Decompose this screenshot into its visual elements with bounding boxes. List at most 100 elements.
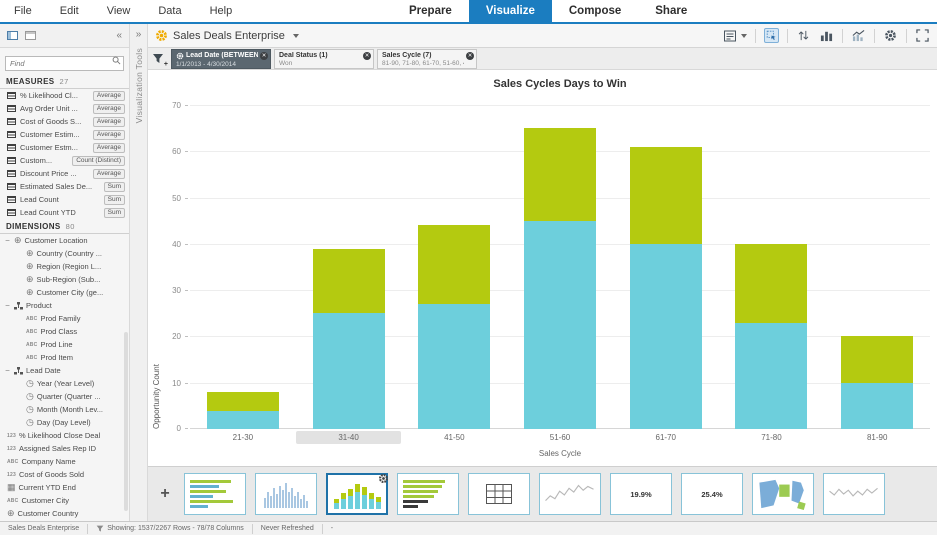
window-layout-icon[interactable] [25, 31, 36, 40]
thumbnail-settings-gear-icon[interactable] [378, 471, 389, 482]
aggregation-badge[interactable]: Average [93, 104, 125, 114]
menu-file[interactable]: File [0, 0, 46, 22]
tab-prepare[interactable]: Prepare [392, 0, 469, 22]
viz-thumbnail-line-chart[interactable] [823, 473, 885, 515]
measures-header[interactable]: MEASURES 27 [0, 74, 129, 89]
chart-canvas[interactable]: Sales Cycles Days to Win Opportunity Cou… [148, 70, 937, 466]
aggregation-badge[interactable]: Average [93, 91, 125, 101]
measure-row[interactable]: Discount Price ...Average [0, 167, 129, 180]
panel-layout-icon[interactable] [7, 31, 18, 40]
aggregation-badge[interactable]: Average [93, 169, 125, 179]
menu-data[interactable]: Data [144, 0, 195, 22]
viz-thumbnail-column-chart[interactable] [255, 473, 317, 515]
dimension-row[interactable]: −⊕Customer Location [0, 234, 129, 247]
display-options-caret-icon[interactable] [741, 34, 747, 38]
dimension-row[interactable]: ABCCompany Name [0, 455, 129, 468]
measure-row[interactable]: Customer Estm...Average [0, 141, 129, 154]
viz-thumbnail-numeric-point[interactable]: 19.9% [610, 473, 672, 515]
dimension-row[interactable]: 123Assigned Sales Rep ID [0, 442, 129, 455]
collapse-expander-icon[interactable]: − [4, 301, 11, 310]
bar-segment-green[interactable] [630, 147, 702, 244]
tab-compose[interactable]: Compose [552, 0, 638, 22]
remove-filter-icon[interactable]: ✕ [466, 52, 474, 60]
stacked-bar-21-30[interactable] [207, 392, 279, 429]
aggregation-badge[interactable]: Count (Distinct) [72, 156, 125, 166]
x-category-label[interactable]: 31-40 [296, 431, 402, 444]
remove-filter-icon[interactable]: ✕ [260, 52, 268, 60]
menu-view[interactable]: View [93, 0, 145, 22]
tab-visualize[interactable]: Visualize [469, 0, 552, 22]
aggregation-badge[interactable]: Average [93, 117, 125, 127]
dimension-row[interactable]: ▦Current YTD End [0, 481, 129, 494]
aggregation-badge[interactable]: Sum [104, 208, 125, 218]
measure-row[interactable]: Customer Estim...Average [0, 128, 129, 141]
dimensions-header[interactable]: DIMENSIONS 80 [0, 219, 129, 234]
maximize-icon[interactable] [915, 28, 930, 43]
tab-share[interactable]: Share [638, 0, 704, 22]
dataset-title[interactable]: Sales Deals Enterprise [173, 30, 285, 42]
bar-segment-blue[interactable] [418, 304, 490, 429]
aggregation-badge[interactable]: Average [93, 130, 125, 140]
visualization-tools-label[interactable]: Visualization Tools [134, 48, 144, 123]
bar-segment-green[interactable] [313, 249, 385, 314]
stacked-bar-41-50[interactable] [418, 225, 490, 429]
dimension-row[interactable]: ◷Day (Day Level) [0, 416, 129, 429]
aggregation-badge[interactable]: Sum [104, 195, 125, 205]
dimension-row[interactable]: ⊕Customer City (ge... [0, 286, 129, 299]
filter-token[interactable]: Sales Cycle (7)81-90, 71-80, 61-70, 51-6… [377, 49, 477, 69]
viz-thumbnail-line-chart[interactable] [539, 473, 601, 515]
bar-segment-green[interactable] [524, 128, 596, 221]
dimension-row[interactable]: ABCProd Class [0, 325, 129, 338]
viz-thumbnail-geo-map[interactable] [752, 473, 814, 515]
measure-row[interactable]: Cost of Goods S...Average [0, 115, 129, 128]
x-category-label[interactable]: 21-30 [190, 431, 296, 444]
dimension-row[interactable]: 123% Likelihood Close Deal [0, 429, 129, 442]
stacked-bar-81-90[interactable] [841, 336, 913, 429]
measure-row[interactable]: Avg Order Unit ...Average [0, 102, 129, 115]
stacked-bar-61-70[interactable] [630, 147, 702, 429]
remove-filter-icon[interactable]: ✕ [363, 52, 371, 60]
filter-token[interactable]: Deal Status (1)Won✕ [274, 49, 374, 69]
dimension-row[interactable]: ABCProd Item [0, 351, 129, 364]
measure-row[interactable]: % Likelihood Cl...Average [0, 89, 129, 102]
dimension-row[interactable]: ◷Quarter (Quarter ... [0, 390, 129, 403]
filter-token[interactable]: Lead Date (BETWEEN)1/1/2013 - 4/30/2014✕ [171, 49, 271, 69]
measure-row[interactable]: Custom...Count (Distinct) [0, 154, 129, 167]
measure-row[interactable]: Estimated Sales De...Sum [0, 180, 129, 193]
trend-icon[interactable] [851, 28, 866, 43]
find-input[interactable] [5, 56, 124, 71]
bar-segment-blue[interactable] [735, 323, 807, 429]
bar-segment-green[interactable] [418, 225, 490, 304]
stacked-bar-71-80[interactable] [735, 244, 807, 429]
status-extra[interactable]: - [323, 524, 341, 534]
dimension-row[interactable]: ⊕Country (Country ... [0, 247, 129, 260]
aggregation-badge[interactable]: Sum [104, 182, 125, 192]
collapse-left-icon[interactable]: « [116, 31, 122, 41]
bar-segment-blue[interactable] [630, 244, 702, 429]
select-cursor-icon[interactable] [764, 28, 779, 43]
bar-segment-green[interactable] [735, 244, 807, 323]
viz-thumbnail-crosstab-table[interactable] [468, 473, 530, 515]
expand-right-icon[interactable]: » [136, 30, 142, 40]
bar-segment-blue[interactable] [207, 411, 279, 430]
viz-thumbnail-horizontal-bar-chart[interactable] [184, 473, 246, 515]
x-category-label[interactable]: 51-60 [507, 431, 613, 444]
viz-thumbnail-horizontal-stacked-bar-chart[interactable] [397, 473, 459, 515]
dimension-row[interactable]: ◷Month (Month Lev... [0, 403, 129, 416]
collapse-expander-icon[interactable]: − [4, 366, 11, 375]
aggregation-badge[interactable]: Average [93, 143, 125, 153]
add-visualization-button[interactable]: + [154, 485, 176, 503]
sidebar-scrollbar[interactable] [124, 332, 128, 511]
dimension-row[interactable]: −Product [0, 299, 129, 312]
bar-segment-blue[interactable] [313, 313, 385, 429]
settings-gear-icon[interactable] [883, 28, 898, 43]
x-category-label[interactable]: 71-80 [719, 431, 825, 444]
bar-segment-green[interactable] [841, 336, 913, 382]
collapse-expander-icon[interactable]: − [4, 236, 11, 245]
dimension-row[interactable]: ABCProd Line [0, 338, 129, 351]
x-category-label[interactable]: 41-50 [401, 431, 507, 444]
viz-thumbnail-numeric-point[interactable]: 25.4% [681, 473, 743, 515]
menu-help[interactable]: Help [196, 0, 247, 22]
x-category-label[interactable]: 61-70 [613, 431, 719, 444]
ranking-icon[interactable] [819, 28, 834, 43]
